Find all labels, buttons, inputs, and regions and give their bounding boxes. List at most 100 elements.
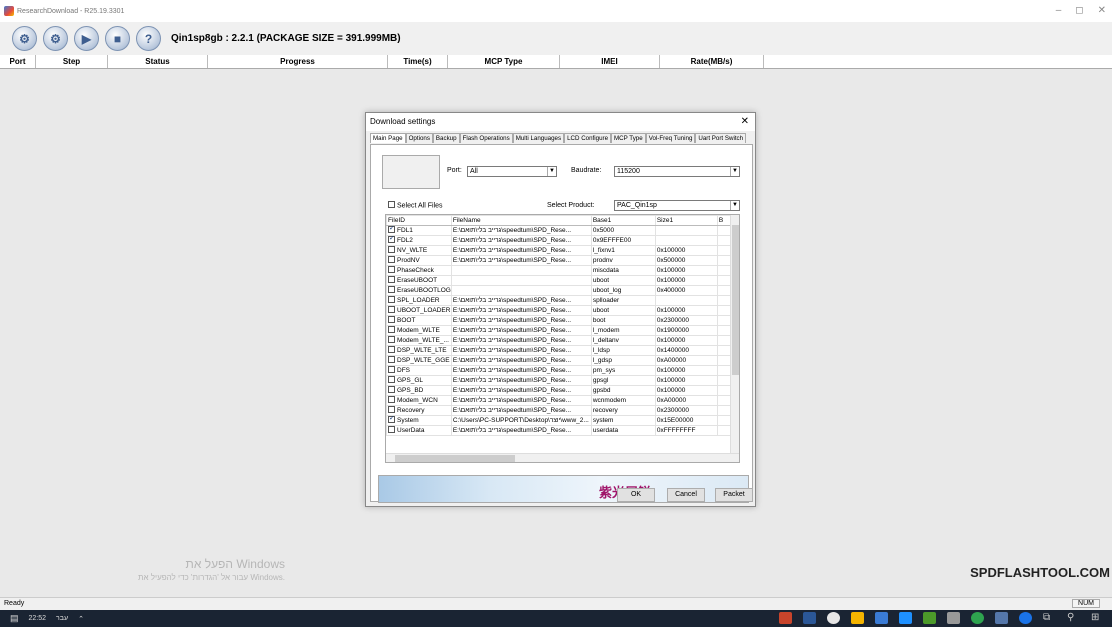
close-window-button[interactable]: ✕ — [1098, 5, 1106, 16]
minimize-button[interactable]: – — [1056, 5, 1062, 16]
tab-main-page[interactable]: Main Page — [370, 133, 406, 143]
file-checkbox[interactable] — [388, 366, 395, 373]
file-list[interactable]: FileID FileName Base1 Size1 B FDL1 E:\גרי… — [385, 214, 740, 463]
settings-icon[interactable]: ⚙ — [43, 26, 68, 51]
file-id-cell[interactable]: Modem_WLTE — [386, 325, 452, 336]
file-id-cell[interactable]: System — [386, 415, 452, 426]
clock[interactable]: 22:52 — [29, 615, 47, 622]
notification-icon[interactable]: ▤ — [10, 613, 19, 624]
select-all-checkbox[interactable]: Select All Files — [388, 201, 443, 209]
file-row[interactable]: DFS E:\גרייב בלי\תואם\speedtum\SPD_Rese..… — [386, 365, 736, 376]
chrome-icon[interactable] — [827, 612, 840, 624]
file-row[interactable]: EraseUBOOT uboot 0x100000 — [386, 275, 736, 286]
col-mcp-type[interactable]: MCP Type — [448, 55, 560, 68]
file-checkbox[interactable] — [388, 396, 395, 403]
file-row[interactable]: FDL1 E:\גרייב בלי\תואם\speedtum\SPD_Rese.… — [386, 225, 736, 236]
file-id-cell[interactable]: NV_WLTE — [386, 245, 452, 256]
search-icon[interactable]: ⚲ — [1067, 612, 1080, 624]
file-checkbox[interactable] — [388, 316, 395, 323]
scroll-thumb[interactable] — [395, 455, 515, 462]
file-id-cell[interactable]: GPS_BD — [386, 385, 452, 396]
file-id-cell[interactable]: DSP_WLTE_GGE — [386, 355, 452, 366]
language-indicator[interactable]: עבר — [56, 615, 68, 622]
file-checkbox[interactable] — [388, 376, 395, 383]
horizontal-scrollbar[interactable] — [386, 453, 739, 462]
tab-mcp-type[interactable]: MCP Type — [611, 133, 646, 143]
file-checkbox[interactable] — [388, 386, 395, 393]
file-row[interactable]: FDL2 E:\גרייב בלי\תואם\speedtum\SPD_Rese.… — [386, 235, 736, 246]
file-id-cell[interactable]: DSP_WLTE_LTE — [386, 345, 452, 356]
file-row[interactable]: BOOT E:\גרייב בלי\תואם\speedtum\SPD_Rese.… — [386, 315, 736, 326]
tab-uart-port-switch[interactable]: Uart Port Switch — [695, 133, 747, 143]
task-view-icon[interactable]: ⧉ — [1043, 612, 1056, 624]
file-checkbox[interactable] — [388, 266, 395, 273]
file-checkbox[interactable] — [388, 236, 395, 243]
tab-options[interactable]: Options — [405, 133, 433, 143]
file-checkbox[interactable] — [388, 406, 395, 413]
file-id-cell[interactable]: UserData — [386, 425, 452, 436]
file-row[interactable]: DSP_WLTE_LTE E:\גרייב בלי\תואם\speedtum\S… — [386, 345, 736, 356]
powerpoint-icon[interactable] — [779, 612, 792, 624]
scroll-thumb[interactable] — [732, 225, 739, 375]
chevron-down-icon[interactable]: ▼ — [547, 167, 556, 176]
file-id-cell[interactable]: SPL_LOADER — [386, 295, 452, 306]
chevron-down-icon[interactable]: ▼ — [730, 201, 739, 210]
app-icon-doc[interactable] — [995, 612, 1008, 624]
file-checkbox[interactable] — [388, 356, 395, 363]
port-select[interactable]: All ▼ — [467, 166, 557, 177]
gear-icon[interactable]: ⚙ — [12, 26, 37, 51]
packet-button[interactable]: Packet — [715, 488, 753, 502]
file-checkbox[interactable] — [388, 306, 395, 313]
research-download-icon[interactable] — [875, 612, 888, 624]
word-icon[interactable] — [803, 612, 816, 624]
chevron-up-icon[interactable]: ⌃ — [78, 615, 84, 623]
col-port[interactable]: Port — [0, 55, 36, 68]
app-icon-green[interactable] — [923, 612, 936, 624]
file-row[interactable]: GPS_GL E:\גרייב בלי\תואם\speedtum\SPD_Res… — [386, 375, 736, 386]
ok-button[interactable]: OK — [617, 488, 655, 502]
file-id-cell[interactable]: Modem_WCN — [386, 395, 452, 406]
file-row[interactable]: ProdNV E:\גרייב בלי\תואם\speedtum\SPD_Res… — [386, 255, 736, 266]
file-row[interactable]: NV_WLTE E:\גרייב בלי\תואם\speedtum\SPD_Re… — [386, 245, 736, 256]
col-fileid[interactable]: FileID — [386, 215, 452, 226]
file-checkbox[interactable] — [388, 336, 395, 343]
file-id-cell[interactable]: FDL1 — [386, 225, 452, 236]
vertical-scrollbar[interactable] — [730, 215, 739, 454]
file-row[interactable]: UserData E:\גרייב בלי\תואם\speedtum\SPD_R… — [386, 425, 736, 436]
col-rate[interactable]: Rate(MB/s) — [660, 55, 764, 68]
file-id-cell[interactable]: UBOOT_LOADER — [386, 305, 452, 316]
app-icon-blue[interactable] — [899, 612, 912, 624]
file-checkbox[interactable] — [388, 296, 395, 303]
chrome-icon-2[interactable] — [1019, 612, 1032, 624]
windows-start-icon[interactable]: ⊞ — [1091, 612, 1104, 624]
file-id-cell[interactable]: BOOT — [386, 315, 452, 326]
file-row[interactable]: Modem_WLTE_... E:\גרייב בלי\תואם\speedtum… — [386, 335, 736, 346]
app-icon-circle[interactable] — [971, 612, 984, 624]
file-row[interactable]: SPL_LOADER E:\גרייב בלי\תואם\speedtum\SPD… — [386, 295, 736, 306]
file-row[interactable]: UBOOT_LOADER E:\גרייב בלי\תואם\speedtum\S… — [386, 305, 736, 316]
file-checkbox[interactable] — [388, 226, 395, 233]
file-id-cell[interactable]: GPS_GL — [386, 375, 452, 386]
file-checkbox[interactable] — [388, 346, 395, 353]
col-size1[interactable]: Size1 — [654, 215, 718, 226]
product-select[interactable]: PAC_Qin1sp ▼ — [614, 200, 740, 211]
file-checkbox[interactable] — [388, 286, 395, 293]
app-icon-gray[interactable] — [947, 612, 960, 624]
file-id-cell[interactable]: FDL2 — [386, 235, 452, 246]
file-id-cell[interactable]: EraseUBOOTLOG — [386, 285, 452, 296]
file-row[interactable]: System C:\Users\PC-SUPPORT\Desktop\יוצר\w… — [386, 415, 736, 426]
file-row[interactable]: Modem_WLTE E:\גרייב בלי\תואם\speedtum\SPD… — [386, 325, 736, 336]
col-base1[interactable]: Base1 — [590, 215, 656, 226]
close-icon[interactable]: ✕ — [741, 113, 749, 131]
file-id-cell[interactable]: DFS — [386, 365, 452, 376]
chevron-down-icon[interactable]: ▼ — [730, 167, 739, 176]
checkbox-icon[interactable] — [388, 201, 395, 208]
tab-vol-freq-tuning[interactable]: Vol-Freq Tuning — [645, 133, 696, 143]
maximize-button[interactable]: ◻ — [1075, 5, 1083, 16]
col-time[interactable]: Time(s) — [388, 55, 448, 68]
file-checkbox[interactable] — [388, 426, 395, 433]
baudrate-select[interactable]: 115200 ▼ — [614, 166, 740, 177]
file-checkbox[interactable] — [388, 416, 395, 423]
file-id-cell[interactable]: EraseUBOOT — [386, 275, 452, 286]
col-imei[interactable]: IMEI — [560, 55, 660, 68]
